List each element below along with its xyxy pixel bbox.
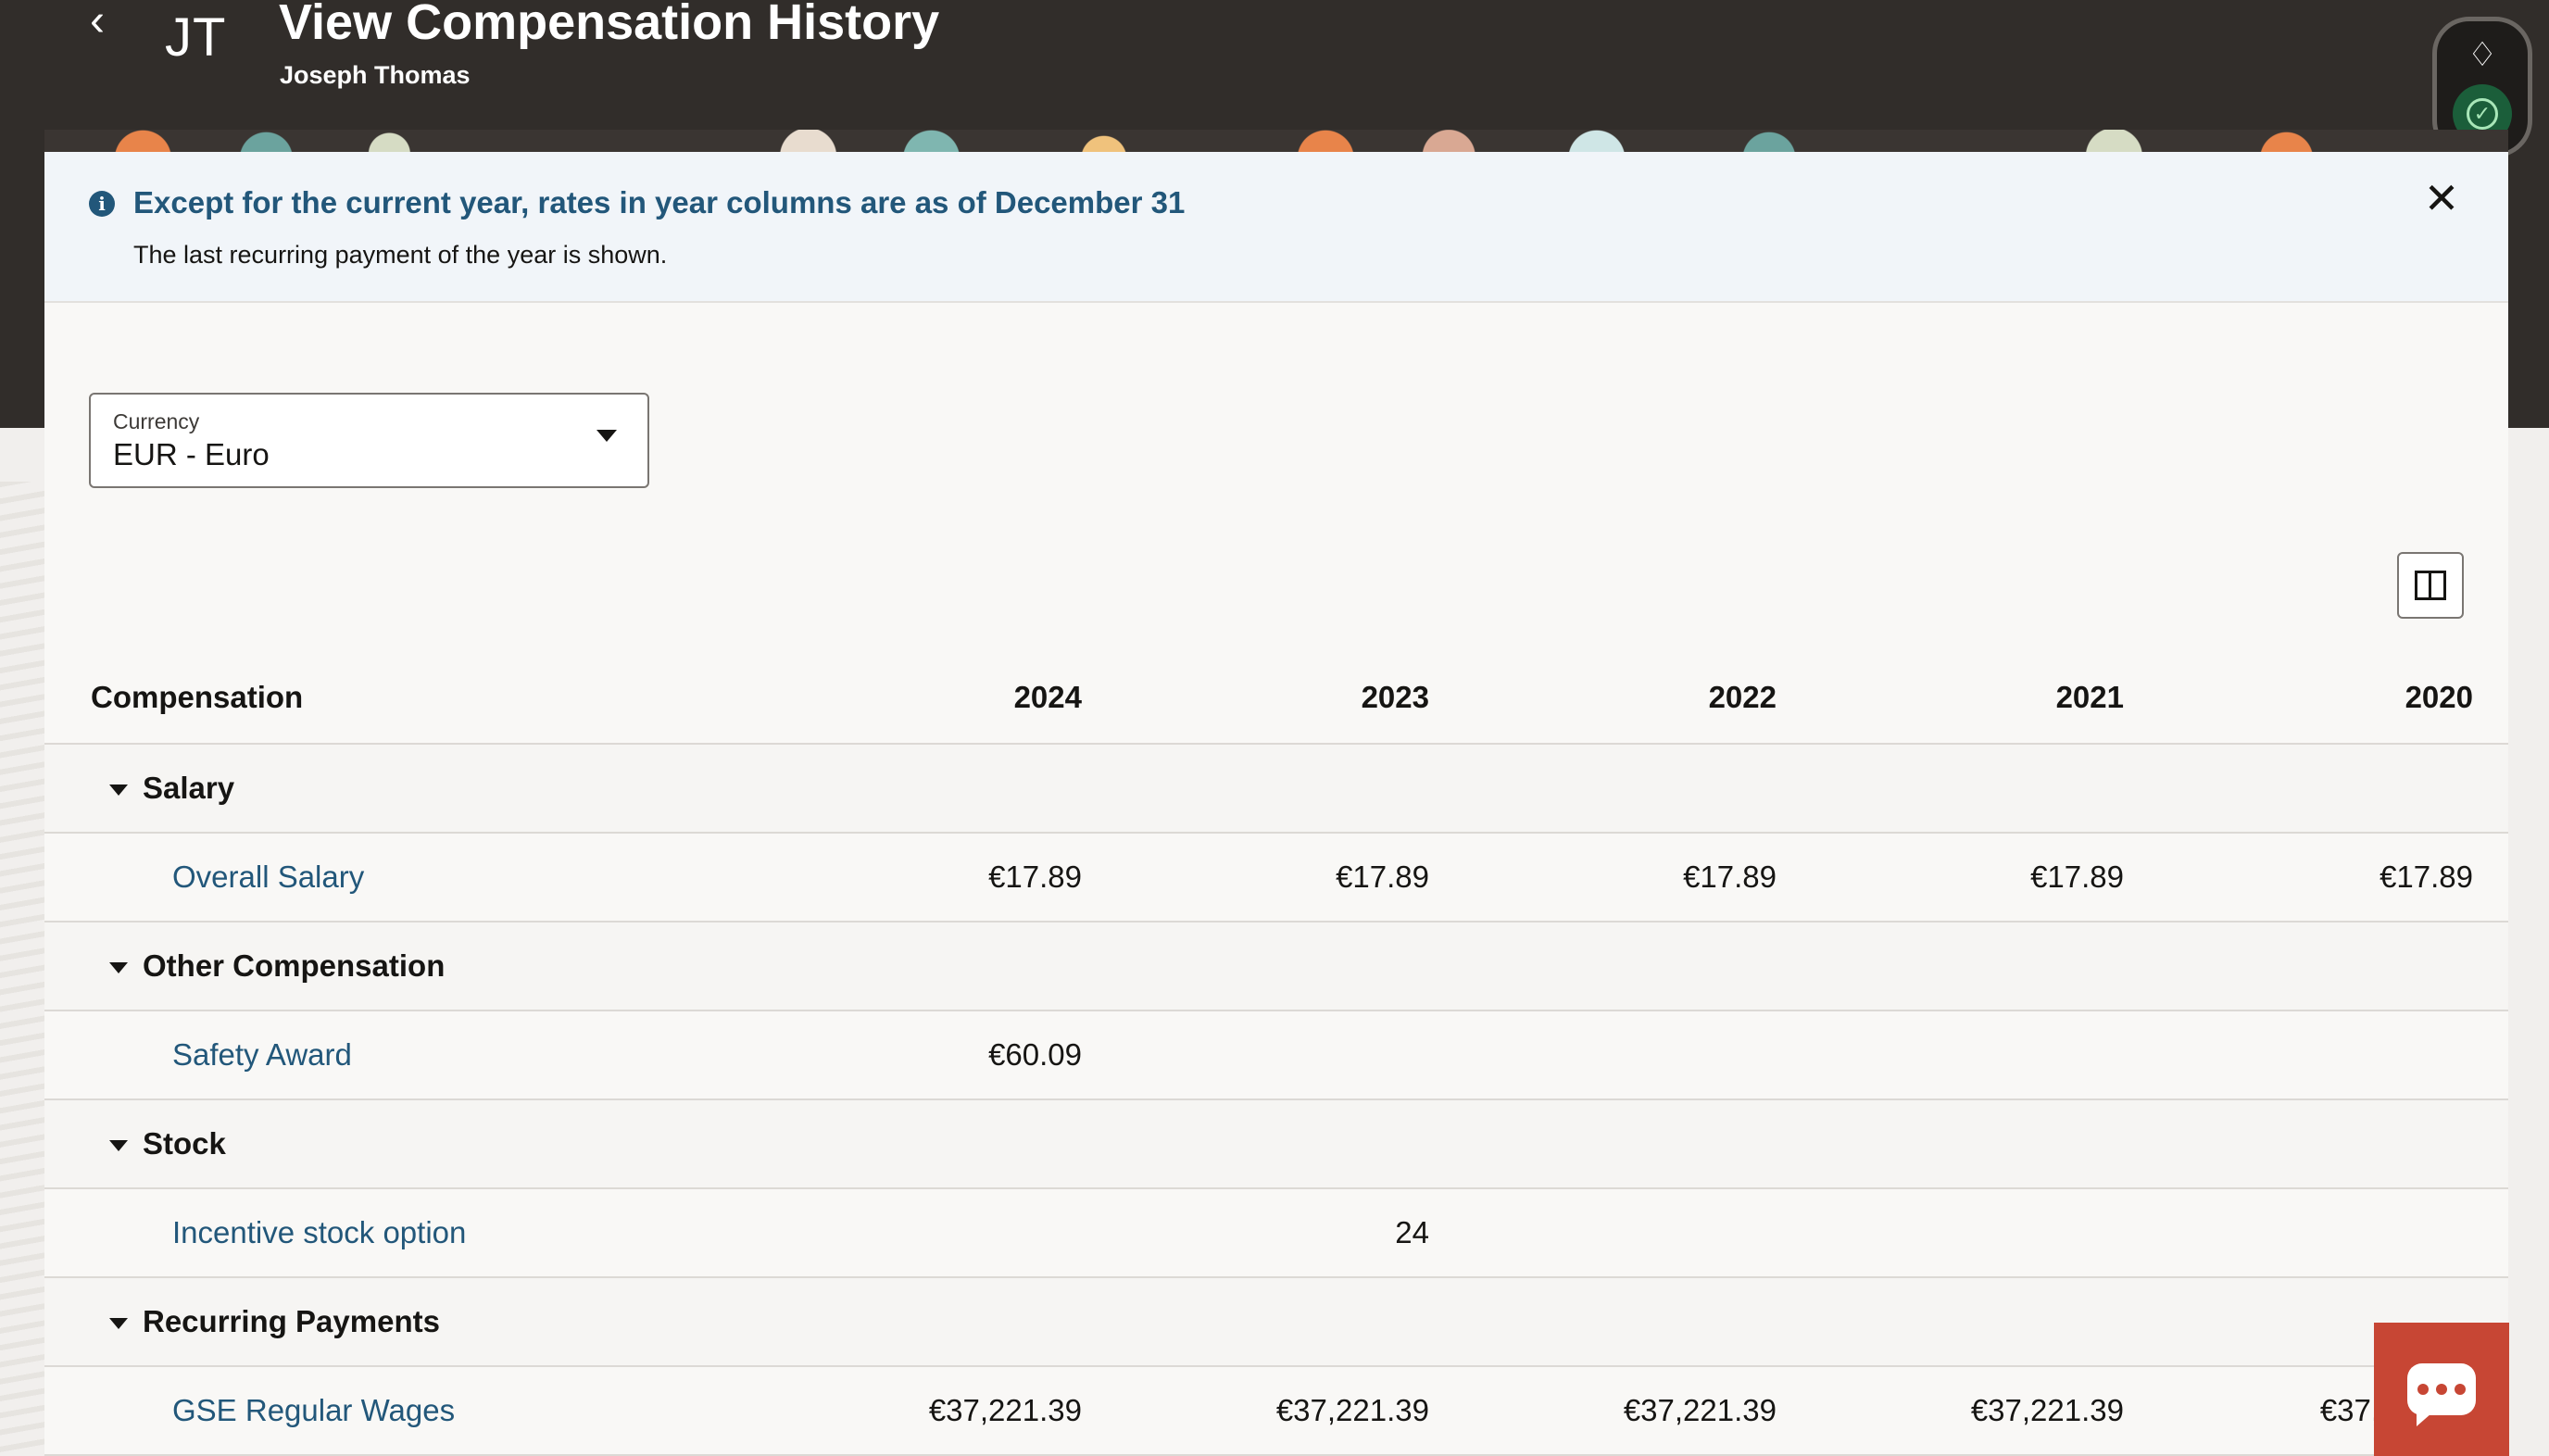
decorative-banner	[44, 130, 2508, 154]
cell-2021: €17.89	[2030, 860, 2124, 894]
background-decoration	[0, 482, 44, 1456]
employee-name: Joseph Thomas	[280, 61, 471, 89]
manage-columns-button[interactable]	[2397, 552, 2464, 619]
collapse-icon[interactable]	[109, 962, 128, 973]
close-icon: ✕	[2423, 174, 2460, 222]
info-banner-text: The last recurring payment of the year i…	[133, 241, 668, 269]
table-row: GSE Regular Wages €37,221.39 €37,221.39 …	[44, 1367, 2508, 1456]
cell-2022: €37,221.39	[1623, 1393, 1777, 1427]
table-row: Overall Salary €17.89 €17.89 €17.89 €17.…	[44, 834, 2508, 923]
compensation-link[interactable]: GSE Regular Wages	[172, 1393, 455, 1428]
info-icon: i	[89, 191, 115, 217]
column-header-2022[interactable]: 2022	[1591, 680, 1777, 715]
group-label: Salary	[143, 771, 235, 805]
assistant-logo-icon: ♢	[2467, 35, 2498, 73]
column-header-2021[interactable]: 2021	[1939, 680, 2124, 715]
compensation-table: Compensation 2024 2023 2022 2021 2020 Sa…	[44, 641, 2508, 1456]
chevron-down-icon	[596, 430, 617, 442]
column-header-2023[interactable]: 2023	[1244, 680, 1429, 715]
group-row-other-compensation: Other Compensation	[44, 923, 2508, 1011]
currency-value: EUR - Euro	[113, 437, 270, 471]
group-label: Other Compensation	[143, 948, 446, 983]
collapse-icon[interactable]	[109, 1140, 128, 1151]
group-row-salary: Salary	[44, 745, 2508, 834]
group-label: Stock	[143, 1126, 226, 1161]
compensation-link[interactable]: Safety Award	[172, 1037, 352, 1073]
avatar: JT	[165, 7, 227, 68]
group-label: Recurring Payments	[143, 1304, 440, 1338]
currency-label: Currency	[113, 409, 200, 433]
close-banner-button[interactable]: ✕	[2421, 177, 2462, 220]
compensation-link[interactable]: Overall Salary	[172, 860, 364, 895]
cell-2020: €17.89	[2379, 860, 2473, 894]
cell-2023: 24	[1395, 1215, 1429, 1249]
cell-2023: €37,221.39	[1275, 1393, 1429, 1427]
main-panel: i Except for the current year, rates in …	[44, 152, 2508, 1456]
column-header-2024[interactable]: 2024	[897, 680, 1082, 715]
cell-2024: €37,221.39	[928, 1393, 1082, 1427]
cell-2022: €17.89	[1683, 860, 1777, 894]
compensation-link[interactable]: Incentive stock option	[172, 1215, 466, 1250]
back-button[interactable]: ‹	[74, 0, 120, 46]
collapse-icon[interactable]	[109, 784, 128, 796]
chat-icon	[2407, 1363, 2476, 1426]
info-banner-title: Except for the current year, rates in ye…	[133, 185, 1186, 220]
table-row: Safety Award €60.09	[44, 1011, 2508, 1100]
cell-2021: €37,221.39	[1970, 1393, 2124, 1427]
columns-icon	[2415, 571, 2446, 600]
group-row-stock: Stock	[44, 1100, 2508, 1189]
info-banner: i Except for the current year, rates in …	[44, 152, 2508, 303]
cell-2024: €17.89	[988, 860, 1082, 894]
chevron-left-icon: ‹	[90, 0, 105, 45]
table-header: Compensation 2024 2023 2022 2021 2020	[44, 641, 2508, 745]
collapse-icon[interactable]	[109, 1318, 128, 1329]
group-row-recurring-payments: Recurring Payments	[44, 1278, 2508, 1367]
column-header-2020[interactable]: 2020	[2288, 680, 2473, 715]
check-circle-icon: ✓	[2467, 98, 2498, 130]
cell-2024: €60.09	[988, 1037, 1082, 1072]
table-row: Incentive stock option 24	[44, 1189, 2508, 1278]
cell-2023: €17.89	[1336, 860, 1429, 894]
chat-button[interactable]	[2374, 1323, 2509, 1456]
column-header-compensation[interactable]: Compensation	[91, 680, 303, 715]
page-title: View Compensation History	[279, 0, 940, 50]
currency-select[interactable]: Currency EUR - Euro	[89, 393, 649, 488]
